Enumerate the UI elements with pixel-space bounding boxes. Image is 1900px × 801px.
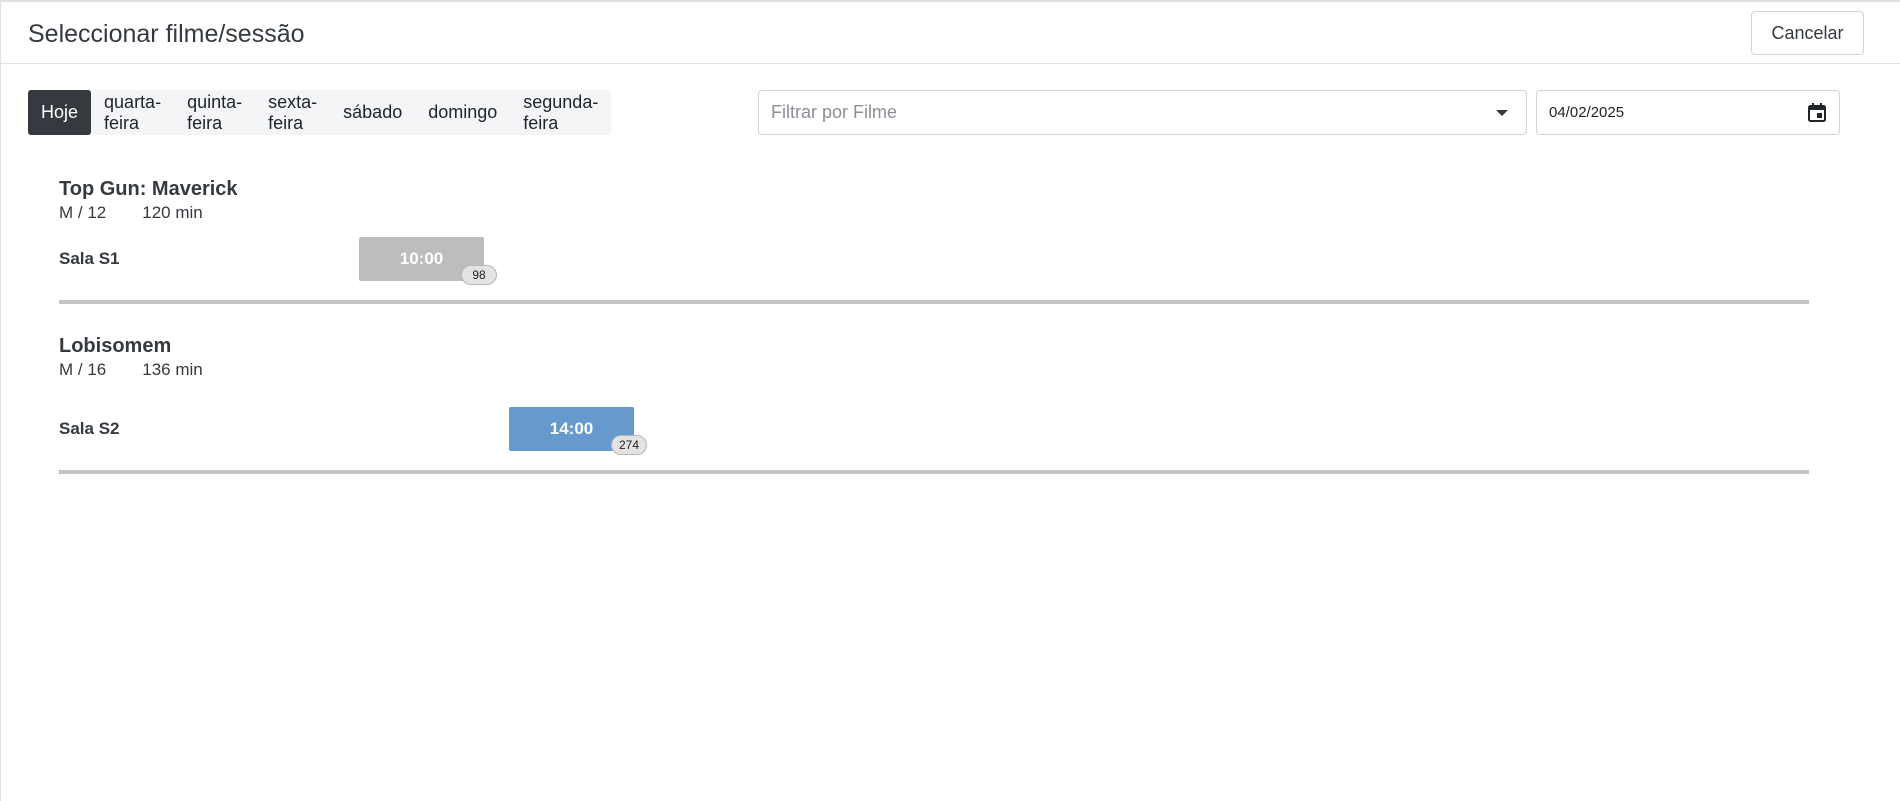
movie-filter-select[interactable]: Filtrar por Filme bbox=[758, 90, 1527, 135]
divider bbox=[59, 470, 1809, 474]
movie-duration: 120 min bbox=[142, 203, 203, 222]
day-tabs: Hoje quarta-feira quinta-feira sexta-fei… bbox=[28, 90, 612, 135]
tab-friday[interactable]: sexta-feira bbox=[255, 90, 330, 135]
movie-meta: M / 12 120 min bbox=[59, 203, 203, 223]
movie-title: Lobisomem bbox=[59, 335, 172, 357]
session-time: 10:00 bbox=[399, 249, 444, 268]
movie-filter-placeholder: Filtrar por Filme bbox=[771, 102, 898, 122]
tab-wednesday[interactable]: quarta-feira bbox=[91, 90, 174, 135]
room-label: Sala S2 bbox=[59, 419, 120, 438]
divider bbox=[59, 300, 1809, 304]
seats-badge: 274 bbox=[611, 435, 648, 455]
cancel-button[interactable]: Cancelar bbox=[1751, 11, 1864, 55]
movie-duration: 136 min bbox=[142, 360, 203, 379]
calendar-icon[interactable] bbox=[1807, 102, 1827, 123]
movie-rating: M / 12 bbox=[59, 203, 107, 222]
movie-meta: M / 16 136 min bbox=[59, 360, 203, 380]
page-title: Seleccionar filme/sessão bbox=[28, 20, 305, 48]
date-input[interactable]: 04/02/2025 bbox=[1536, 90, 1840, 135]
tab-sunday[interactable]: domingo bbox=[415, 90, 510, 135]
tab-monday[interactable]: segunda-feira bbox=[510, 90, 611, 135]
movie-title: Top Gun: Maverick bbox=[59, 178, 238, 200]
chevron-down-icon[interactable] bbox=[1496, 110, 1508, 116]
tab-saturday[interactable]: sábado bbox=[330, 90, 415, 135]
session-picker-modal: Seleccionar filme/sessão Cancelar Hoje q… bbox=[0, 0, 1900, 801]
seats-badge: 98 bbox=[461, 265, 497, 285]
movie-rating: M / 16 bbox=[59, 360, 107, 379]
tab-today[interactable]: Hoje bbox=[28, 90, 92, 135]
room-label: Sala S1 bbox=[59, 249, 120, 268]
session-time: 14:00 bbox=[549, 419, 594, 438]
tab-thursday[interactable]: quinta-feira bbox=[174, 90, 255, 135]
date-value: 04/02/2025 bbox=[1549, 104, 1625, 121]
modal-header: Seleccionar filme/sessão Cancelar bbox=[1, 2, 1900, 64]
